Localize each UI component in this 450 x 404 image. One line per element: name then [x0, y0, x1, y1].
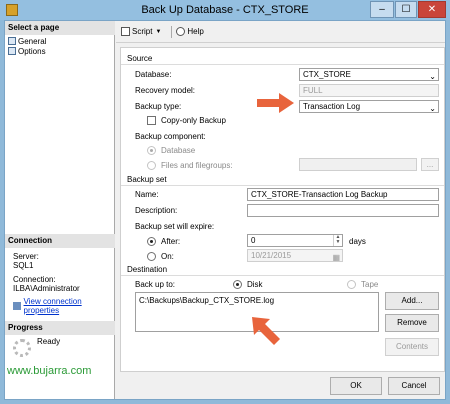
general-page-content: Source Database: CTX_STORE ⌄ Recovery mo…	[120, 47, 445, 372]
list-item[interactable]: C:\Backups\Backup_CTX_STORE.log	[139, 296, 375, 305]
maximize-button[interactable]: ☐	[395, 1, 417, 18]
backup-type-dropdown[interactable]: Transaction Log ⌄	[299, 100, 439, 113]
source-group-label: Source	[127, 54, 153, 63]
page-icon	[8, 37, 16, 45]
main-panel: Script ▼ Help Source Database: CTX_STORE…	[116, 21, 445, 399]
chevron-down-icon: ⌄	[429, 104, 436, 113]
script-label: Script	[132, 27, 153, 36]
help-button[interactable]: Help	[176, 27, 204, 36]
backup-set-group-label: Backup set	[127, 175, 167, 184]
script-button[interactable]: Script ▼	[121, 27, 161, 36]
description-input[interactable]	[247, 204, 439, 217]
tape-label: Tape	[361, 280, 379, 289]
browse-files-button[interactable]: ...	[421, 158, 439, 171]
spinner-arrows-icon[interactable]: ▲ ▼	[333, 235, 342, 246]
connection-user-label: Connection:	[13, 275, 56, 284]
expire-days-value: 0	[251, 236, 256, 245]
annotation-arrow-icon	[252, 317, 280, 345]
divider	[121, 275, 444, 276]
close-button[interactable]: ✕	[418, 1, 446, 18]
help-icon	[176, 27, 186, 36]
back-up-to-label: Back up to:	[135, 280, 176, 289]
page-options-label: Options	[18, 46, 46, 56]
expire-on-radio[interactable]	[147, 252, 156, 261]
copy-only-label: Copy-only Backup	[161, 116, 226, 125]
dialog-window: Back Up Database - CTX_STORE – ☐ ✕ Selec…	[0, 0, 450, 404]
name-label: Name:	[135, 190, 159, 199]
view-connection-properties-link[interactable]: View connection properties	[24, 297, 114, 315]
backup-type-value: Transaction Log	[303, 102, 361, 111]
database-value: CTX_STORE	[303, 70, 351, 79]
days-label: days	[349, 237, 366, 246]
dialog-client: Select a page General Options Connection…	[4, 20, 446, 400]
backup-name-input[interactable]: CTX_STORE-Transaction Log Backup	[247, 188, 439, 201]
server-value: SQL1	[13, 261, 34, 270]
copy-only-checkbox[interactable]	[147, 116, 156, 125]
disk-label: Disk	[247, 280, 263, 289]
toolbar: Script ▼ Help	[116, 21, 445, 43]
progress-spinner-icon	[13, 339, 31, 357]
disk-radio[interactable]	[233, 280, 242, 289]
annotation-arrow-icon	[257, 93, 294, 113]
progress-header: Progress	[5, 321, 115, 335]
divider	[121, 64, 444, 65]
page-general-label: General	[18, 36, 47, 46]
calendar-icon: ▦	[332, 253, 340, 262]
component-files-radio[interactable]	[147, 161, 156, 170]
page-icon	[8, 47, 16, 55]
add-destination-button[interactable]: Add...	[385, 292, 439, 310]
view-connection-properties[interactable]: View connection properties	[13, 297, 114, 315]
expire-after-radio[interactable]	[147, 237, 156, 246]
component-database-radio[interactable]	[147, 146, 156, 155]
select-page-header: Select a page	[5, 21, 115, 35]
remove-destination-button[interactable]: Remove	[385, 314, 439, 332]
expire-date-picker[interactable]: 10/21/2015 ▦	[247, 249, 343, 262]
server-label: Server:	[13, 252, 39, 261]
help-label: Help	[187, 27, 204, 36]
ok-button[interactable]: OK	[330, 377, 382, 395]
files-filegroups-field	[299, 158, 417, 171]
tape-radio[interactable]	[347, 280, 356, 289]
component-files-label: Files and filegroups:	[161, 161, 233, 170]
page-general[interactable]: General	[8, 36, 46, 46]
expire-days-spinner[interactable]: 0 ▲ ▼	[247, 234, 343, 247]
backup-type-label: Backup type:	[135, 102, 182, 111]
divider	[121, 185, 444, 186]
progress-status: Ready	[37, 337, 61, 346]
expire-on-label: On:	[161, 252, 174, 261]
expire-after-label: After:	[161, 237, 181, 246]
component-database-label: Database	[161, 146, 196, 155]
contents-button[interactable]: Contents	[385, 338, 439, 356]
expire-label: Backup set will expire:	[135, 222, 215, 231]
chevron-down-icon: ⌄	[429, 72, 436, 81]
connection-user-value: ILBA\Administrator	[13, 284, 80, 293]
expire-date-value: 10/21/2015	[251, 251, 292, 260]
recovery-model-label: Recovery model:	[135, 86, 196, 95]
cancel-button[interactable]: Cancel	[388, 377, 440, 395]
backup-component-label: Backup component:	[135, 132, 206, 141]
recovery-model-field: FULL	[299, 84, 439, 97]
watermark: www.bujarra.com	[7, 365, 92, 377]
properties-icon	[13, 302, 21, 310]
page-options[interactable]: Options	[8, 46, 46, 56]
chevron-down-icon[interactable]: ▼	[155, 29, 161, 35]
database-label: Database:	[135, 70, 172, 79]
minimize-button[interactable]: –	[370, 1, 394, 18]
left-panel: Select a page General Options Connection…	[5, 21, 115, 399]
script-icon	[121, 27, 130, 36]
description-label: Description:	[135, 206, 178, 215]
title-bar[interactable]: Back Up Database - CTX_STORE – ☐ ✕	[0, 0, 450, 20]
database-dropdown[interactable]: CTX_STORE ⌄	[299, 68, 439, 81]
connection-header: Connection	[5, 234, 115, 248]
toolbar-separator	[171, 25, 173, 38]
destination-group-label: Destination	[127, 265, 168, 274]
